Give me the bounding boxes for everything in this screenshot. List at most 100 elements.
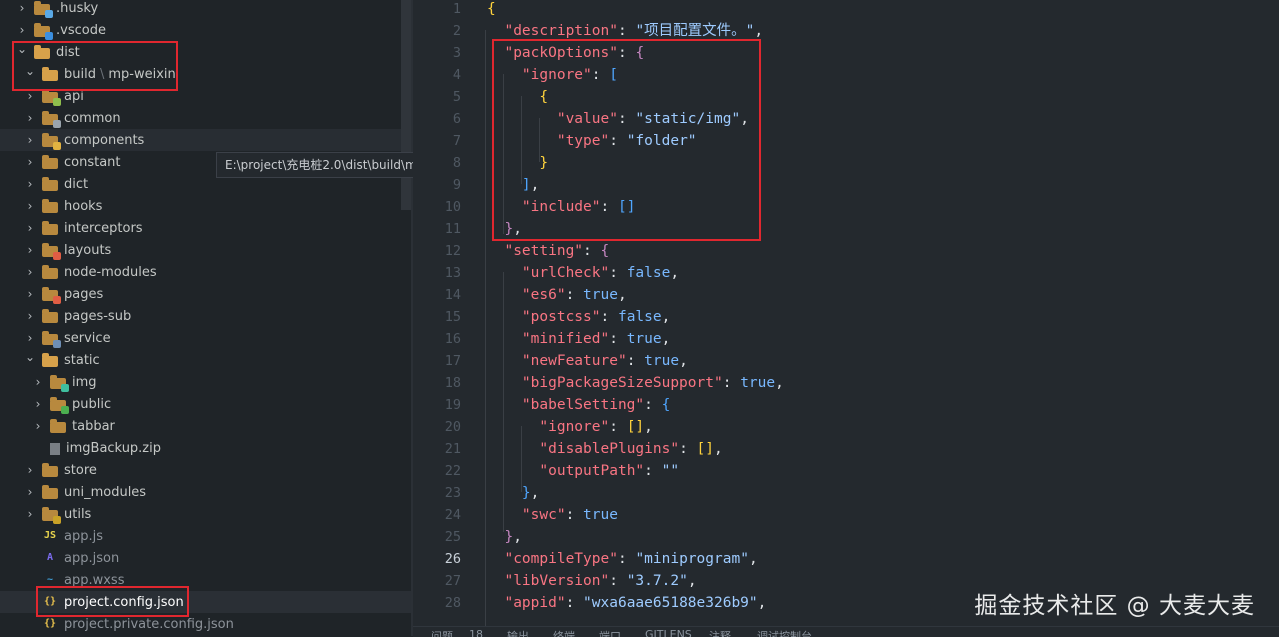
code-line[interactable]: 3 "packOptions": { xyxy=(413,42,1279,64)
tree-item-pages[interactable]: › pages xyxy=(0,283,411,305)
chevron-right-icon[interactable]: › xyxy=(22,265,38,279)
tree-item-husky[interactable]: › .husky xyxy=(0,0,411,19)
code-line[interactable]: 21 "disablePlugins": [], xyxy=(413,438,1279,460)
tree-item-service[interactable]: › service xyxy=(0,327,411,349)
code-line[interactable]: 13 "urlCheck": false, xyxy=(413,262,1279,284)
code-line[interactable]: 20 "ignore": [], xyxy=(413,416,1279,438)
chevron-right-icon[interactable]: › xyxy=(14,23,30,37)
tree-item-tabbar[interactable]: › tabbar xyxy=(0,415,411,437)
tree-item-vscode[interactable]: › .vscode xyxy=(0,19,411,41)
tree-item-label: dict xyxy=(64,176,89,192)
code-editor[interactable]: 1{2 "description": "项目配置文件。", 3 "packOpti… xyxy=(413,0,1279,626)
code-line[interactable]: 5 { xyxy=(413,86,1279,108)
tree-item-project-config-json[interactable]: {} project.config.json xyxy=(0,591,411,613)
chevron-right-icon[interactable]: › xyxy=(22,243,38,257)
code-line[interactable]: 11 }, xyxy=(413,218,1279,240)
tree-item-pages-sub[interactable]: › pages-sub xyxy=(0,305,411,327)
code-line[interactable]: 10 "include": [] xyxy=(413,196,1279,218)
tree-item-utils[interactable]: › utils xyxy=(0,503,411,525)
tree-item-components[interactable]: › components xyxy=(0,129,411,151)
code-line[interactable]: 12 "setting": { xyxy=(413,240,1279,262)
tree-item-static[interactable]: ⌄ static xyxy=(0,349,411,371)
tree-item-label: pages-sub xyxy=(64,308,132,324)
code-text: "description": "项目配置文件。", xyxy=(487,20,763,42)
chevron-right-icon[interactable]: › xyxy=(22,485,38,499)
tree-item-api[interactable]: › api xyxy=(0,85,411,107)
tree-item-public[interactable]: › public xyxy=(0,393,411,415)
chevron-right-icon[interactable]: › xyxy=(22,133,38,147)
code-token: { xyxy=(661,397,671,413)
tree-item-project-private-config-json[interactable]: {} project.private.config.json xyxy=(0,613,411,635)
chevron-right-icon[interactable]: › xyxy=(30,397,46,411)
code-line[interactable]: 15 "postcss": false, xyxy=(413,306,1279,328)
chevron-right-icon[interactable]: › xyxy=(22,221,38,235)
chevron-right-icon[interactable]: › xyxy=(14,1,30,15)
chevron-right-icon[interactable]: › xyxy=(22,309,38,323)
tree-item-build[interactable]: ⌄ build \ mp-weixin xyxy=(0,63,411,85)
code-line[interactable]: 1{ xyxy=(413,0,1279,20)
chevron-right-icon[interactable]: › xyxy=(22,507,38,521)
code-token: : xyxy=(565,507,584,523)
code-token: "wxa6aae65188e326b9" xyxy=(583,595,758,611)
code-line[interactable]: 18 "bigPackageSizeSupport": true, xyxy=(413,372,1279,394)
code-token: "value" xyxy=(556,111,618,127)
code-line[interactable]: 16 "minified": true, xyxy=(413,328,1279,350)
explorer-scrollbar[interactable] xyxy=(401,0,411,210)
code-line[interactable]: 23 }, xyxy=(413,482,1279,504)
code-token: , xyxy=(530,177,540,193)
code-line[interactable]: 24 "swc": true xyxy=(413,504,1279,526)
tree-item-imgbackup-zip[interactable]: imgBackup.zip xyxy=(0,437,411,459)
chevron-down-icon[interactable]: ⌄ xyxy=(22,350,38,364)
code-line[interactable]: 22 "outputPath": "" xyxy=(413,460,1279,482)
tree-item-label: build xyxy=(64,66,96,82)
tree-item-dist[interactable]: ⌄ dist xyxy=(0,41,411,63)
tree-item-app-wxss[interactable]: ~ app.wxss xyxy=(0,569,411,591)
code-line[interactable]: 17 "newFeature": true, xyxy=(413,350,1279,372)
code-text: "libVersion": "3.7.2", xyxy=(487,570,696,592)
code-token: : xyxy=(609,331,627,347)
tree-item-app-json[interactable]: Aapp.json xyxy=(0,547,411,569)
chevron-right-icon[interactable]: › xyxy=(22,287,38,301)
tree-item-interceptors[interactable]: › interceptors xyxy=(0,217,411,239)
folder-icon xyxy=(42,220,58,235)
code-line[interactable]: 2 "description": "项目配置文件。", xyxy=(413,20,1279,42)
tree-item-app-js[interactable]: JS app.js xyxy=(0,525,411,547)
chevron-right-icon[interactable]: › xyxy=(30,375,46,389)
code-line[interactable]: 19 "babelSetting": { xyxy=(413,394,1279,416)
chevron-right-icon[interactable]: › xyxy=(22,155,38,169)
code-line[interactable]: 4 "ignore": [ xyxy=(413,64,1279,86)
code-token: , xyxy=(775,375,784,391)
chevron-down-icon[interactable]: ⌄ xyxy=(22,64,38,78)
chevron-right-icon[interactable]: › xyxy=(22,111,38,125)
tree-item-hooks[interactable]: › hooks xyxy=(0,195,411,217)
code-token: "es6" xyxy=(521,287,566,303)
tree-item-layouts[interactable]: › layouts xyxy=(0,239,411,261)
code-line[interactable]: 7 "type": "folder" xyxy=(413,130,1279,152)
code-token: , xyxy=(679,353,688,369)
code-line[interactable]: 14 "es6": true, xyxy=(413,284,1279,306)
tree-item-common[interactable]: › common xyxy=(0,107,411,129)
code-text: }, xyxy=(487,218,521,240)
code-line[interactable]: 6 "value": "static/img", xyxy=(413,108,1279,130)
chevron-right-icon[interactable]: › xyxy=(22,331,38,345)
code-line[interactable]: 9 ], xyxy=(413,174,1279,196)
tree-item-node-modules[interactable]: › node-modules xyxy=(0,261,411,283)
code-line[interactable]: 26 "compileType": "miniprogram", xyxy=(413,548,1279,570)
tree-item-uni-modules[interactable]: › uni_modules xyxy=(0,481,411,503)
wxss-file-icon: ~ xyxy=(46,574,54,585)
tree-item-store[interactable]: › store xyxy=(0,459,411,481)
code-line[interactable]: 25 }, xyxy=(413,526,1279,548)
tree-item-img[interactable]: › img xyxy=(0,371,411,393)
code-token: [] xyxy=(617,199,636,215)
chevron-right-icon[interactable]: › xyxy=(22,463,38,477)
chevron-right-icon[interactable]: › xyxy=(22,199,38,213)
chevron-right-icon[interactable]: › xyxy=(30,419,46,433)
chevron-down-icon[interactable]: ⌄ xyxy=(14,42,30,56)
code-token: "postcss" xyxy=(521,309,601,325)
code-line[interactable]: 8 } xyxy=(413,152,1279,174)
code-token: : xyxy=(591,67,610,83)
chevron-right-icon[interactable]: › xyxy=(22,89,38,103)
chevron-right-icon[interactable]: › xyxy=(22,177,38,191)
